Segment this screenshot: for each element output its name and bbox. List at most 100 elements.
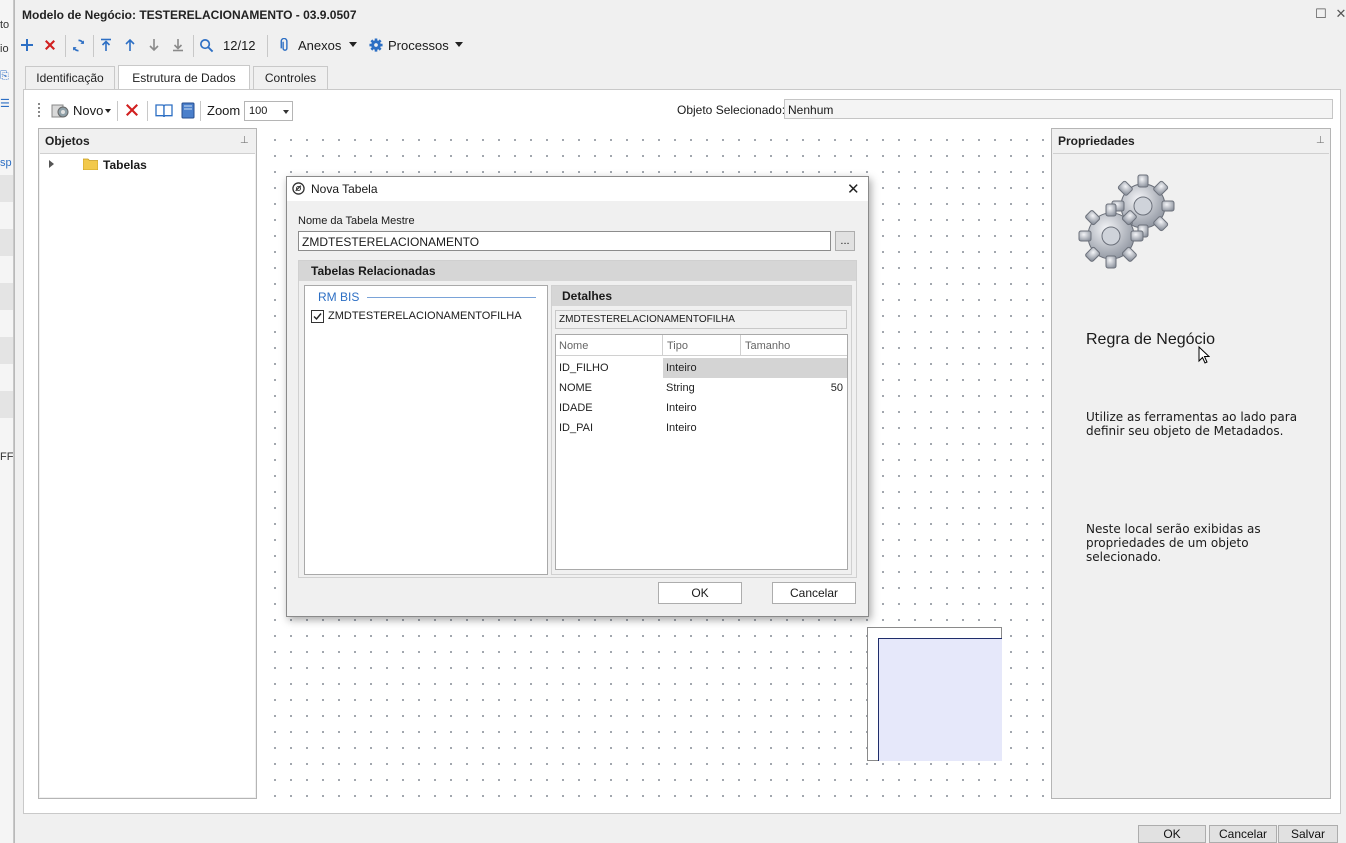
refresh-icon[interactable] [70, 37, 86, 53]
toolbar-separator [147, 101, 148, 121]
chevron-down-icon[interactable] [349, 42, 357, 47]
details-table-name-field: ZMDTESTERELACIONAMENTOFILHA [555, 310, 847, 329]
browse-button[interactable]: ... [835, 231, 855, 251]
selected-object-field: Nenhum [784, 99, 1333, 119]
column-header-nome[interactable]: Nome [559, 340, 588, 352]
related-table-checkbox[interactable] [311, 310, 324, 323]
zoom-select[interactable]: 100 [244, 101, 293, 121]
list-icon: ☰ [0, 98, 10, 110]
cancel-button[interactable]: Cancelar [1209, 825, 1277, 843]
new-object-button[interactable]: Novo [73, 103, 103, 118]
background-row [0, 337, 13, 364]
grid-header: Nome Tipo Tamanho [556, 335, 847, 356]
tree-item-tabelas[interactable]: Tabelas [103, 158, 147, 172]
dialog-title-bar: Nova Tabela ✕ [287, 177, 868, 201]
cut-label: sp [0, 157, 12, 169]
pin-icon[interactable]: ⊥ [240, 135, 252, 147]
processes-menu[interactable]: Processos [388, 38, 449, 53]
table-row[interactable]: ID_PAI Inteiro [556, 418, 847, 438]
toolbar-separator [117, 101, 118, 121]
selected-object-value: Nenhum [788, 103, 834, 117]
dialog-title: Nova Tabela [311, 182, 378, 196]
toolbar-separator [65, 35, 66, 57]
details-header-bar: Detalhes [552, 286, 851, 306]
details-group: Detalhes ZMDTESTERELACIONAMENTOFILHA Nom… [551, 285, 852, 575]
title-bar: Modelo de Negócio: TESTERELACIONAMENTO -… [15, 0, 1346, 30]
close-window-button[interactable]: ✕ [1333, 6, 1346, 22]
column-divider [740, 335, 741, 356]
related-tables-header-bar: Tabelas Relacionadas [299, 261, 856, 281]
cut-label: io [0, 43, 9, 55]
new-object-icon[interactable] [51, 102, 69, 119]
column-divider [662, 335, 663, 356]
expand-arrow-icon[interactable] [49, 160, 54, 168]
table-row[interactable]: ID_FILHO Inteiro [556, 358, 847, 378]
record-counter: 12/12 [223, 38, 256, 53]
related-tables-list: RM BIS ZMDTESTERELACIONAMENTOFILHA [304, 285, 548, 575]
properties-panel: Propriedades ⊥ Regra de Negócio Utilize … [1051, 128, 1331, 799]
search-icon[interactable] [198, 37, 214, 53]
canvas-overview[interactable] [867, 627, 1002, 761]
chevron-down-icon[interactable] [105, 109, 111, 113]
toolbar-separator [200, 101, 201, 121]
last-record-icon[interactable] [170, 37, 186, 53]
gears-icon [1077, 174, 1179, 270]
gear-icon[interactable] [368, 37, 384, 53]
dialog-close-button[interactable]: ✕ [847, 180, 860, 198]
dialog-app-icon [292, 182, 305, 195]
dialog-ok-button[interactable]: OK [658, 582, 742, 604]
add-icon[interactable] [19, 37, 35, 53]
objects-tree: Tabelas [40, 153, 255, 797]
chevron-down-icon[interactable] [283, 110, 289, 114]
window-title: Modelo de Negócio: TESTERELACIONAMENTO -… [22, 8, 357, 22]
tab-controles[interactable]: Controles [253, 66, 328, 89]
columns-grid[interactable]: Nome Tipo Tamanho ID_FILHO Inteiro NOME … [555, 334, 848, 570]
related-table-name[interactable]: ZMDTESTERELACIONAMENTOFILHA [328, 310, 522, 322]
folder-icon [83, 158, 98, 170]
row-nome: ID_FILHO [559, 362, 609, 374]
table-row[interactable]: IDADE Inteiro [556, 398, 847, 418]
background-window-strip: to io ⎘ ☰ sp FF [0, 0, 14, 843]
first-record-icon[interactable] [98, 37, 114, 53]
row-nome: IDADE [559, 402, 593, 414]
row-tipo: String [666, 382, 695, 394]
row-nome: ID_PAI [559, 422, 594, 434]
pin-icon[interactable]: ⊥ [1316, 135, 1328, 147]
background-row [0, 229, 13, 256]
restore-button[interactable]: ☐ [1313, 6, 1329, 22]
related-tables-group: Tabelas Relacionadas RM BIS ZMDTESTERELA… [298, 260, 857, 578]
attachments-menu[interactable]: Anexos [298, 38, 341, 53]
column-header-tipo[interactable]: Tipo [667, 340, 688, 352]
closed-book-icon[interactable] [181, 102, 195, 119]
table-row[interactable]: NOME String 50 [556, 378, 847, 398]
ok-button[interactable]: OK [1138, 825, 1206, 843]
paperclip-icon[interactable] [277, 37, 293, 53]
delete-object-icon[interactable] [125, 103, 139, 117]
row-tamanho: 50 [830, 382, 843, 394]
overview-viewport[interactable] [878, 638, 1002, 761]
properties-panel-title: Propriedades [1058, 134, 1135, 148]
zoom-label: Zoom [207, 103, 241, 118]
chevron-down-icon[interactable] [455, 42, 463, 47]
toolbar-grip [38, 103, 40, 117]
objects-panel: Objetos ⊥ Tabelas [38, 128, 257, 799]
background-row [0, 175, 13, 202]
master-table-label: Nome da Tabela Mestre [298, 215, 415, 227]
zoom-value: 100 [249, 105, 268, 117]
toolbar-separator [267, 35, 268, 57]
cut-label: to [0, 19, 10, 31]
related-tables-header: Tabelas Relacionadas [311, 264, 436, 278]
next-record-icon[interactable] [146, 37, 162, 53]
save-button[interactable]: Salvar [1278, 825, 1338, 843]
tab-identificacao[interactable]: Identificação [25, 66, 115, 89]
master-table-input[interactable]: ZMDTESTERELACIONAMENTO [298, 231, 831, 251]
selected-object-label: Objeto Selecionado: [677, 103, 786, 117]
dialog-cancel-button[interactable]: Cancelar [772, 582, 856, 604]
tab-estrutura-de-dados[interactable]: Estrutura de Dados [118, 65, 250, 89]
rule-heading: Regra de Negócio [1086, 331, 1215, 348]
previous-record-icon[interactable] [122, 37, 138, 53]
paperclip-icon: ⎘ [0, 70, 9, 82]
delete-icon[interactable] [42, 37, 58, 53]
column-header-tamanho[interactable]: Tamanho [745, 340, 790, 352]
open-book-icon[interactable] [155, 103, 173, 118]
